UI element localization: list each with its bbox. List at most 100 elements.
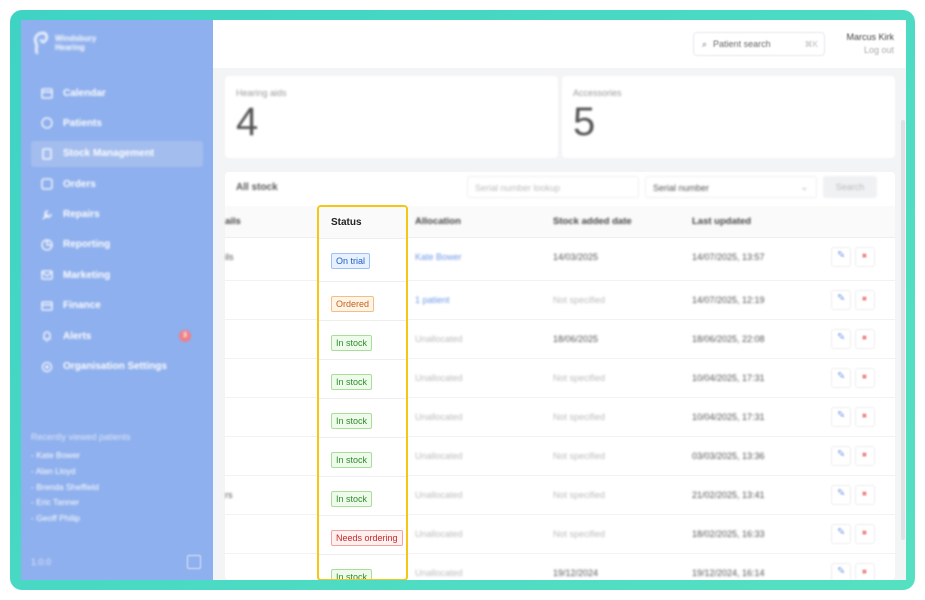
allocation-cell[interactable]: Kate Bower [415,252,462,262]
recent-patient-link[interactable]: - Brenda Sheffield [31,480,131,496]
status-cell: Ordered [319,282,406,321]
search-button[interactable]: Search [823,176,877,198]
sidebar-item-alerts[interactable]: Alerts 3 [31,323,203,349]
status-cell: In stock [319,438,406,477]
sidebar-item-label: Marketing [63,269,111,281]
status-cell: In stock [319,555,406,579]
calendar-icon [41,88,53,99]
edit-icon[interactable] [831,247,851,267]
sidebar-item-label: Finance [63,300,101,312]
stock-added-date-cell: Not specified [553,451,606,461]
sidebar-item-label: Stock Management [63,148,155,160]
recent-patient-link[interactable]: - Geoff Philip [31,511,131,527]
edit-icon[interactable] [831,407,851,427]
serial-number-lookup-input[interactable]: Serial number lookup [467,176,639,198]
allocation-cell[interactable]: 1 patient [415,295,450,305]
stock-added-date-cell: Not specified [553,490,606,500]
sidebar-nav: Calendar Patients Stock Management Orders Re… [31,80,203,384]
sidebar-item-calendar[interactable]: Calendar [31,80,203,106]
stat-accessories: Accessories 5 [562,76,895,158]
stat-value: 4 [236,100,259,144]
sidebar-item-label: Orders [63,178,96,190]
edit-icon[interactable] [831,446,851,466]
sidebar-item-patients[interactable]: Patients [31,110,203,136]
edit-icon[interactable] [831,329,851,349]
collapse-sidebar-icon[interactable] [187,555,201,569]
logout-link[interactable]: Log out [846,45,894,55]
status-badge: In stock [331,374,373,390]
sidebar-item-repairs[interactable]: Repairs [31,202,203,228]
sidebar-item-reporting[interactable]: Reporting [31,232,203,258]
recent-patient-link[interactable]: - Eric Tanner [31,495,131,511]
stock-added-date-cell: Not specified [553,373,606,383]
search-field-value: Serial number [653,183,710,193]
delete-icon[interactable] [855,524,875,544]
status-cell: In stock [319,360,406,399]
app-version: 1.0.0 [31,557,52,567]
last-updated-cell: 10/04/2025, 17:31 [692,373,765,383]
status-badge: In stock [331,452,373,468]
column-added-header: Stock added date [553,216,632,227]
delete-icon[interactable] [855,563,875,580]
card-icon [41,301,53,311]
delete-icon[interactable] [855,485,875,505]
scrollbar[interactable] [901,120,905,540]
status-badge: In stock [331,413,373,429]
search-field-select[interactable]: Serial number ⌄ [645,176,817,198]
allocation-cell: Unallocated [415,490,463,500]
sidebar-item-orders[interactable]: Orders [31,171,203,197]
sidebar-item-stock-management[interactable]: Stock Management [31,140,203,167]
edit-icon[interactable] [831,290,851,310]
edit-icon[interactable] [831,485,851,505]
recent-patient-link[interactable]: - Alan Lloyd [31,464,131,480]
stock-added-date-cell: Not specified [553,529,606,539]
sidebar-item-label: Patients [63,117,102,129]
stat-label: Accessories [573,88,622,98]
delete-icon[interactable] [855,329,875,349]
status-column-highlight: Status On trial Ordered In stock In stock In… [317,205,408,580]
status-cell: In stock [319,477,406,516]
delete-icon[interactable] [855,446,875,466]
chart-icon [41,239,53,251]
sidebar-item-organisation-settings[interactable]: Organisation Settings [31,354,203,380]
stock-icon [42,148,52,160]
wrench-icon [42,209,52,220]
allocation-cell: Unallocated [415,529,463,539]
last-updated-cell: 03/03/2025, 13:36 [692,451,765,461]
column-updated-header: Last updated [692,216,752,227]
brand-logo[interactable]: Windsbury Hearing [31,30,105,56]
ear-logo-icon [34,31,48,55]
edit-icon[interactable] [831,563,851,580]
sidebar-item-marketing[interactable]: Marketing [31,262,203,288]
column-allocation-header: Allocation [415,216,461,227]
allocation-cell: Unallocated [415,451,463,461]
app-window: Windsbury Hearing Calendar Patients Stock … [21,20,906,580]
sidebar-item-finance[interactable]: Finance [31,293,203,319]
delete-icon[interactable] [855,407,875,427]
patient-search-label: Patient search [713,39,771,49]
patient-search-button[interactable]: ⌕ Patient search ⌘K [693,32,825,56]
edit-icon[interactable] [831,524,851,544]
last-updated-cell: 10/04/2025, 17:31 [692,412,765,422]
gear-icon [41,361,53,372]
last-updated-cell: 21/02/2025, 13:41 [692,490,765,500]
status-badge: Ordered [331,296,375,312]
stock-stats: Hearing aids 4 Accessories 5 [225,76,895,158]
stock-added-date-cell: 19/12/2024 [553,568,599,578]
details-cell: rs [225,490,233,500]
edit-icon[interactable] [831,368,851,388]
recent-patient-link[interactable]: - Kate Bower [31,448,131,464]
allocation-cell: Unallocated [415,373,463,383]
stat-value: 5 [573,100,596,144]
column-details-header: ails [225,216,241,227]
table-toolbar: All stock Serial number lookup Serial nu… [225,172,895,204]
stat-hearing-aids: Hearing aids 4 [225,76,558,158]
delete-icon[interactable] [855,290,875,310]
delete-icon[interactable] [855,368,875,388]
delete-icon[interactable] [855,247,875,267]
user-menu: Marcus Kirk Log out [846,32,894,55]
top-bar: ⌕ Patient search ⌘K Marcus Kirk Log out [213,20,906,68]
allocation-cell: Unallocated [415,568,463,578]
last-updated-cell: 18/06/2025, 22:08 [692,334,765,344]
search-icon: ⌕ [702,38,708,49]
